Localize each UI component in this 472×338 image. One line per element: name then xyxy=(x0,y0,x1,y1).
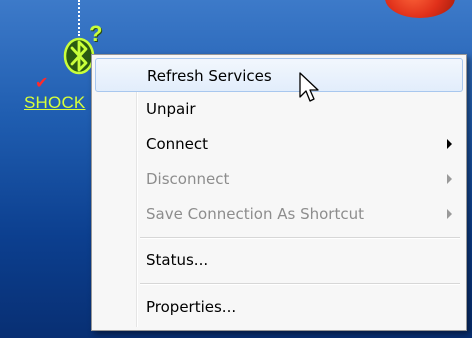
menu-item-label: Disconnect xyxy=(146,170,230,188)
menu-item-refresh-services[interactable]: Refresh Services xyxy=(95,58,463,92)
paired-check-icon: ✔ xyxy=(35,75,49,92)
menu-item-save-connection-as-shortcut: Save Connection As Shortcut xyxy=(95,197,463,231)
menu-item-unpair[interactable]: Unpair xyxy=(95,92,463,126)
menu-item-label: Connect xyxy=(146,135,209,153)
unknown-status-icon: ? xyxy=(89,21,103,46)
menu-separator xyxy=(140,283,460,285)
device-label[interactable]: SHOCK xyxy=(24,93,85,113)
menu-item-properties[interactable]: Properties... xyxy=(95,290,463,324)
menu-item-connect[interactable]: Connect xyxy=(95,127,463,161)
submenu-arrow-icon xyxy=(447,174,452,184)
mouse-cursor-icon xyxy=(299,72,319,102)
background-decoration xyxy=(385,0,455,18)
menu-item-disconnect: Disconnect xyxy=(95,162,463,196)
submenu-arrow-icon xyxy=(447,139,452,149)
menu-item-label: Refresh Services xyxy=(147,67,272,85)
context-menu: Refresh Services Unpair Connect Disconne… xyxy=(91,54,467,331)
menu-item-status[interactable]: Status... xyxy=(95,243,463,277)
menu-separator xyxy=(140,237,460,239)
connection-line xyxy=(78,0,80,36)
submenu-arrow-icon xyxy=(447,209,452,219)
menu-item-label: Save Connection As Shortcut xyxy=(146,205,364,223)
menu-item-label: Unpair xyxy=(146,100,196,118)
menu-item-label: Status... xyxy=(146,251,209,269)
menu-item-label: Properties... xyxy=(146,298,237,316)
